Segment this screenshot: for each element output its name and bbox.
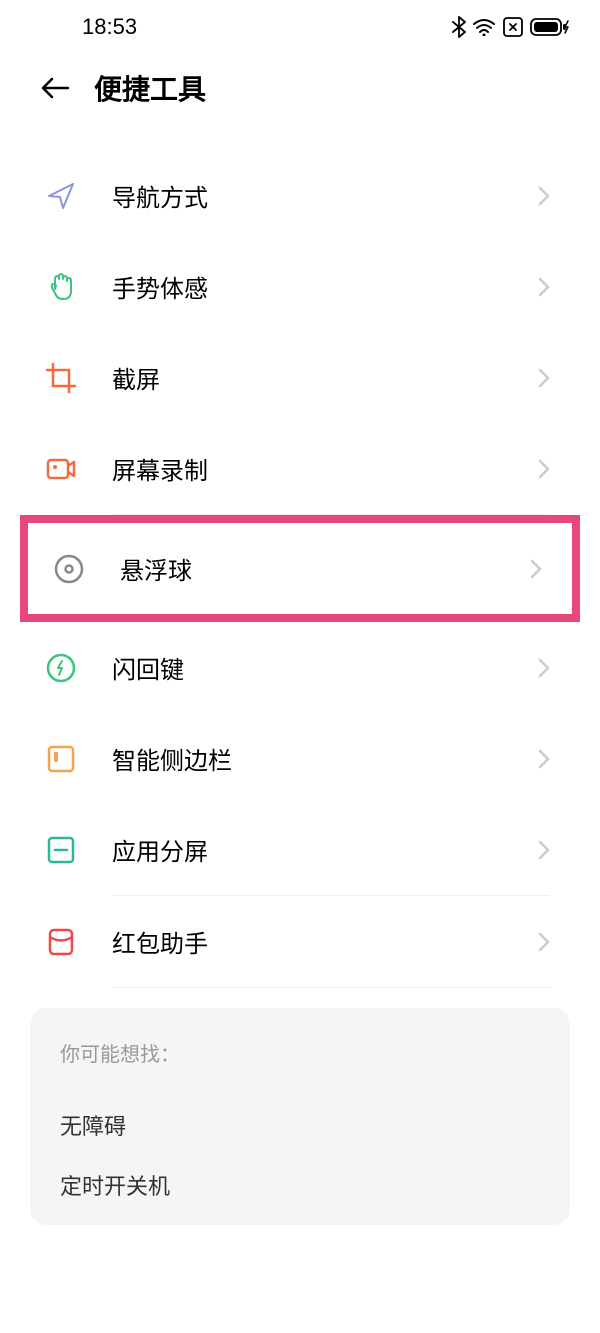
- chevron-right-icon: [538, 932, 550, 952]
- menu-label: 屏幕录制: [112, 451, 538, 486]
- back-button[interactable]: [40, 73, 70, 103]
- chevron-right-icon: [538, 840, 550, 860]
- status-icons: [452, 16, 570, 38]
- menu-label: 手势体感: [112, 269, 538, 304]
- menu-label: 应用分屏: [112, 832, 538, 867]
- chevron-right-icon: [538, 658, 550, 678]
- page-title: 便捷工具: [94, 68, 206, 108]
- suggestions-title: 你可能想找：: [60, 1038, 540, 1067]
- menu-item-gesture[interactable]: 手势体感: [0, 241, 600, 332]
- x-box-icon: [502, 16, 524, 38]
- status-time: 18:53: [82, 14, 137, 40]
- battery-icon: [530, 17, 570, 37]
- header: 便捷工具: [0, 48, 600, 130]
- sidebar-icon: [44, 742, 78, 776]
- hand-icon: [44, 270, 78, 304]
- menu-item-smart-sidebar[interactable]: 智能侧边栏: [0, 713, 600, 804]
- bluetooth-icon: [452, 16, 466, 38]
- menu-label: 导航方式: [112, 178, 538, 213]
- menu-label: 闪回键: [112, 650, 538, 685]
- menu-item-navigation[interactable]: 导航方式: [0, 150, 600, 241]
- menu-label: 红包助手: [112, 924, 538, 959]
- split-screen-icon: [44, 833, 78, 867]
- suggestion-item-accessibility[interactable]: 无障碍: [60, 1095, 540, 1155]
- status-bar: 18:53: [0, 0, 600, 48]
- floating-ball-icon: [52, 552, 86, 586]
- back-arrow-icon: [40, 76, 70, 100]
- menu-label: 截屏: [112, 360, 538, 395]
- menu-item-screen-record[interactable]: 屏幕录制: [0, 423, 600, 514]
- redpacket-icon: [44, 925, 78, 959]
- menu-label: 智能侧边栏: [112, 741, 538, 776]
- wifi-icon: [472, 18, 496, 36]
- menu-list: 导航方式 手势体感 截屏: [0, 130, 600, 988]
- menu-item-screenshot[interactable]: 截屏: [0, 332, 600, 423]
- flashback-icon: [44, 651, 78, 685]
- menu-item-flashback[interactable]: 闪回键: [0, 622, 600, 713]
- chevron-right-icon: [538, 459, 550, 479]
- menu-item-floating-ball[interactable]: 悬浮球: [28, 523, 572, 614]
- chevron-right-icon: [530, 559, 542, 579]
- record-icon: [44, 452, 78, 486]
- highlight-box: 悬浮球: [20, 515, 580, 622]
- chevron-right-icon: [538, 277, 550, 297]
- navigation-icon: [44, 179, 78, 213]
- chevron-right-icon: [538, 186, 550, 206]
- crop-icon: [44, 361, 78, 395]
- chevron-right-icon: [538, 368, 550, 388]
- menu-label: 悬浮球: [120, 551, 530, 586]
- suggestion-item-scheduled-power[interactable]: 定时开关机: [60, 1155, 540, 1215]
- suggestions-box: 你可能想找： 无障碍 定时开关机: [30, 1008, 570, 1225]
- divider: [112, 987, 550, 988]
- menu-item-redpacket[interactable]: 红包助手: [0, 896, 600, 987]
- menu-item-split-screen[interactable]: 应用分屏: [0, 804, 600, 895]
- chevron-right-icon: [538, 749, 550, 769]
